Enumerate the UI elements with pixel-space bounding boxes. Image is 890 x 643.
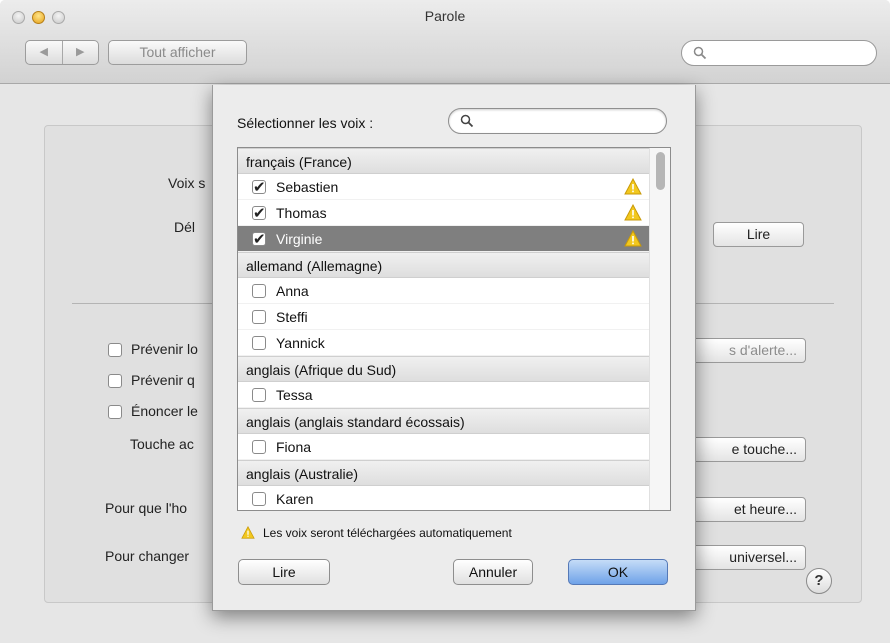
voice-item[interactable]: Fiona (238, 434, 649, 460)
voice-checkbox[interactable] (252, 200, 266, 226)
voice-item[interactable]: Karen (238, 486, 649, 510)
voice-name: Steffi (276, 309, 308, 325)
checkbox-announce-app-label: Prévenir q (131, 372, 195, 388)
voice-group-header: français (France) (238, 148, 649, 174)
voice-item[interactable]: Tessa (238, 382, 649, 408)
clock-label: Pour que l'ho (105, 500, 188, 516)
shortcut-label: Touche ac (130, 436, 194, 452)
checkbox-announce-alerts[interactable] (108, 343, 122, 357)
checkbox-speak-text-label: Énoncer le (131, 403, 198, 419)
universal-access-button[interactable]: universel... (680, 545, 806, 570)
voice-list-scrollbar[interactable] (649, 148, 670, 510)
sheet-play-button[interactable]: Lire (238, 559, 330, 585)
voice-item[interactable]: Virginie (238, 226, 649, 252)
voice-name: Thomas (276, 205, 327, 221)
voice-list[interactable]: français (France) Sebastien Thomas Virginie… (237, 147, 671, 511)
help-icon[interactable]: ? (806, 568, 832, 594)
preferences-search-input[interactable] (681, 40, 877, 66)
scrollbar-thumb[interactable] (656, 152, 665, 190)
voice-checkbox[interactable] (252, 226, 266, 252)
voice-name: Anna (276, 283, 309, 299)
rate-label: Dél (174, 219, 196, 235)
voice-group-header: anglais (Afrique du Sud) (238, 356, 649, 382)
accessibility-label: Pour changer (105, 548, 190, 564)
voice-item[interactable]: Sebastien (238, 174, 649, 200)
voice-item[interactable]: Steffi (238, 304, 649, 330)
voice-name: Tessa (276, 387, 313, 403)
window-title: Parole (424, 8, 466, 24)
voice-checkbox[interactable] (252, 174, 266, 200)
ok-button[interactable]: OK (568, 559, 668, 585)
voice-name: Fiona (276, 439, 312, 455)
voice-label: Voix s (168, 175, 206, 191)
voice-checkbox[interactable] (252, 284, 266, 298)
warning-icon (624, 178, 642, 195)
forward-button[interactable]: ▶ (63, 41, 99, 64)
show-all-button[interactable]: Tout afficher (108, 40, 247, 65)
voice-group-header: anglais (Australie) (238, 460, 649, 486)
voice-name: Karen (276, 491, 314, 507)
search-icon (693, 46, 707, 60)
voice-item[interactable]: Thomas (238, 200, 649, 226)
voice-group-header: allemand (Allemagne) (238, 252, 649, 278)
voice-checkbox[interactable] (252, 440, 266, 454)
voice-item[interactable]: Yannick (238, 330, 649, 356)
voice-checkbox[interactable] (252, 492, 266, 506)
download-note-text: Les voix seront téléchargées automatique… (263, 526, 512, 540)
warning-icon (241, 526, 255, 539)
warning-icon (624, 230, 642, 247)
preferences-window: Parole ◀ ▶ Tout afficher Voix s Dél Lire… (0, 0, 890, 643)
voice-search-input[interactable] (448, 108, 667, 134)
search-icon (460, 114, 474, 128)
checkbox-announce-alerts-label: Prévenir lo (131, 341, 198, 357)
window-toolbar: Parole ◀ ▶ Tout afficher (0, 0, 890, 84)
voice-group-header: anglais (anglais standard écossais) (238, 408, 649, 434)
voice-name: Yannick (276, 335, 325, 351)
alert-options-button[interactable]: s d'alerte... (680, 338, 806, 363)
date-time-button[interactable]: et heure... (680, 497, 806, 522)
select-voices-label: Sélectionner les voix : (237, 115, 374, 131)
checkbox-speak-text[interactable] (108, 405, 122, 419)
set-key-button[interactable]: e touche... (680, 437, 806, 462)
voice-name: Virginie (276, 231, 323, 247)
checkbox-announce-app[interactable] (108, 374, 122, 388)
voice-checkbox[interactable] (252, 388, 266, 402)
voice-name: Sebastien (276, 179, 339, 195)
play-voice-button[interactable]: Lire (713, 222, 804, 247)
warning-icon (624, 204, 642, 221)
download-note: Les voix seront téléchargées automatique… (241, 526, 512, 540)
cancel-button[interactable]: Annuler (453, 559, 533, 585)
back-forward-control[interactable]: ◀ ▶ (25, 40, 99, 65)
voice-checkbox[interactable] (252, 310, 266, 324)
voice-checkbox[interactable] (252, 336, 266, 350)
select-voices-sheet: Sélectionner les voix : français (France… (212, 85, 696, 611)
voice-item[interactable]: Anna (238, 278, 649, 304)
back-button[interactable]: ◀ (26, 41, 63, 64)
